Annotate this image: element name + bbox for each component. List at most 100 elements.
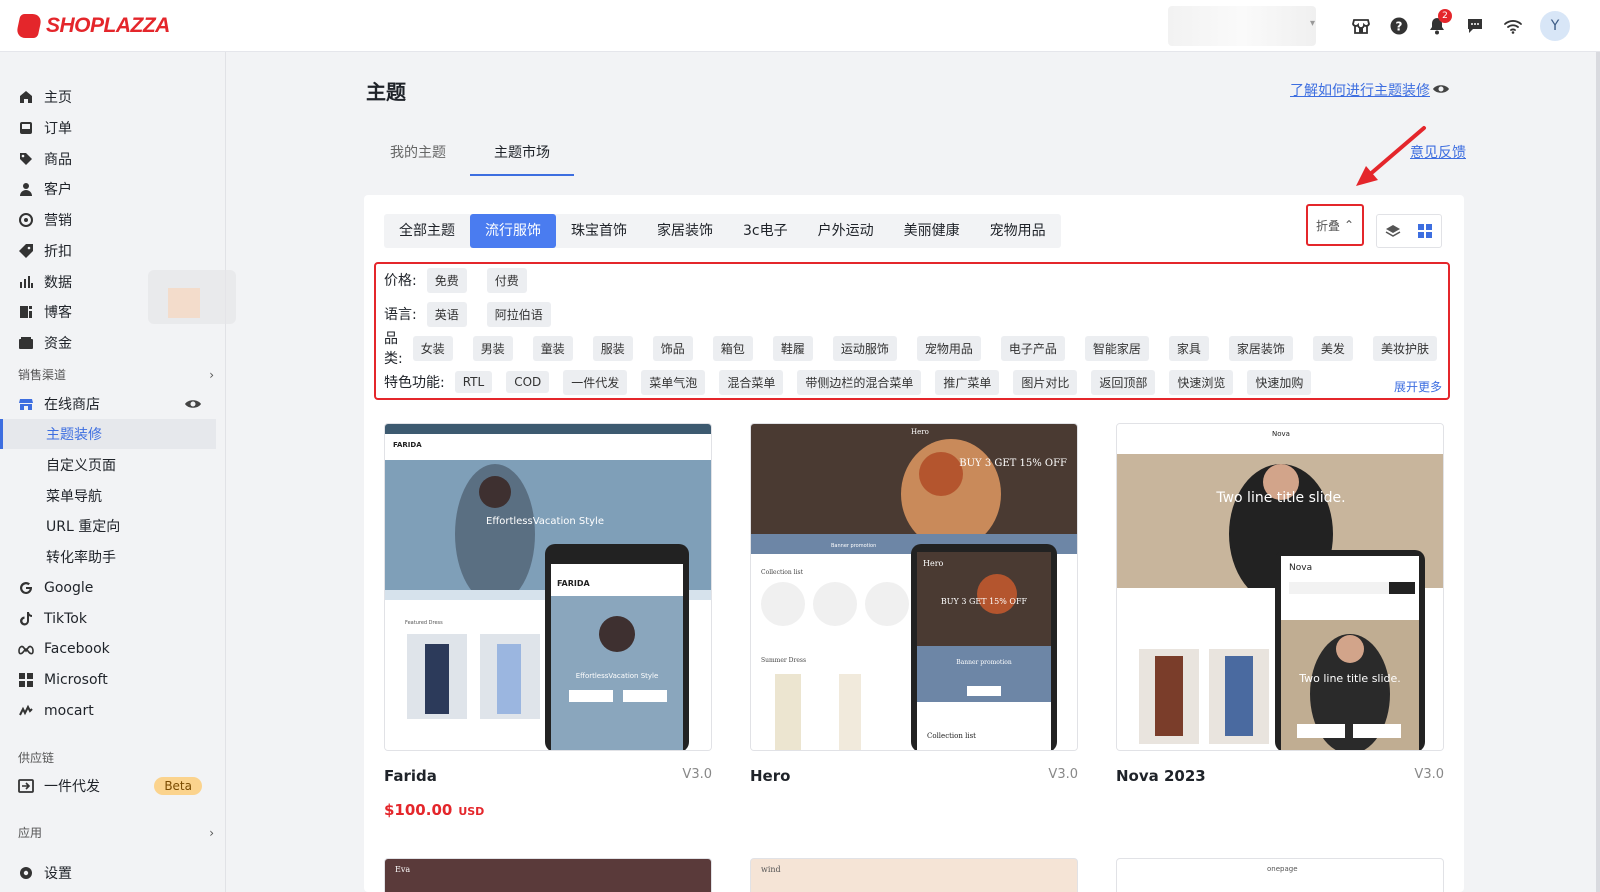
shoplazza-logo[interactable]: SHOPLAZZA [15, 12, 170, 40]
filter-chip[interactable]: 智能家居 [1084, 335, 1149, 361]
grid-view-button[interactable] [1409, 215, 1441, 247]
filter-chip[interactable]: 返回顶部 [1091, 369, 1156, 395]
filter-chip[interactable]: 宠物用品 [916, 335, 981, 361]
category-home-decor[interactable]: 家居装饰 [642, 214, 728, 248]
filter-chip[interactable]: 运动服饰 [832, 335, 897, 361]
sidebar-item-finance[interactable]: 资金 [0, 328, 216, 358]
filter-chip[interactable]: 一件代发 [563, 369, 628, 395]
category-pets[interactable]: 宠物用品 [975, 214, 1061, 248]
theme-version: V3.0 [1048, 767, 1078, 782]
filter-chip[interactable]: 服装 [592, 335, 633, 361]
filter-chip[interactable]: 免费 [426, 267, 467, 293]
layers-view-button[interactable] [1377, 215, 1409, 247]
filter-chip[interactable]: 电子产品 [1000, 335, 1065, 361]
fold-label: 折叠 [1315, 218, 1340, 233]
chevron-down-icon[interactable]: ▾ [1310, 18, 1315, 29]
filter-chip[interactable]: 美发 [1312, 335, 1353, 361]
filter-chip[interactable]: 鞋履 [772, 335, 813, 361]
sidebar-item-google[interactable]: Google [0, 573, 216, 603]
sidebar-sub-custom-pages[interactable]: 自定义页面 [0, 450, 216, 480]
help-icon[interactable]: ? [1386, 13, 1412, 39]
filter-chip[interactable]: 混合菜单 [719, 369, 784, 395]
tab-theme-market[interactable]: 主题市场 [470, 130, 574, 176]
filter-chip[interactable]: 快速浏览 [1169, 369, 1234, 395]
theme-card-nova[interactable]: Nova Two line title slide. Nova Two line… [1116, 423, 1444, 785]
filter-chip[interactable]: 付费 [486, 267, 527, 293]
filter-chip[interactable]: COD [506, 371, 550, 393]
hero-mobile-brand: Hero [923, 559, 944, 568]
filter-chip[interactable]: 图片对比 [1013, 369, 1078, 395]
sidebar-item-settings[interactable]: 设置 [0, 858, 216, 888]
filter-row-price: 价格: 免费 付费 [384, 267, 547, 293]
filter-chip[interactable]: 女装 [412, 335, 453, 361]
theme-preview-wind[interactable]: wind [750, 858, 1078, 892]
filter-chip[interactable]: 美妆护肤 [1372, 335, 1437, 361]
wifi-icon[interactable] [1500, 13, 1526, 39]
sidebar-item-products[interactable]: 商品 [0, 144, 216, 174]
learn-theme-link[interactable]: 了解如何进行主题装修 [1290, 80, 1430, 100]
sidebar-item-online-store[interactable]: 在线商店 [0, 389, 216, 419]
theme-preview-farida[interactable]: FARIDA EffortlessVacation Style Featured… [384, 423, 712, 751]
sidebar-sub-label: 转化率助手 [46, 550, 116, 566]
filter-chip[interactable]: 推广菜单 [935, 369, 1000, 395]
sidebar-item-label: 资金 [44, 336, 72, 352]
category-jewelry[interactable]: 珠宝首饰 [556, 214, 642, 248]
sidebar-item-customers[interactable]: 客户 [0, 174, 216, 204]
account-switcher[interactable] [1168, 6, 1316, 46]
sidebar-item-tiktok[interactable]: TikTok [0, 604, 216, 634]
tab-my-themes[interactable]: 我的主题 [366, 130, 470, 176]
theme-preview-hero[interactable]: Hero BUY 3 GET 15% OFF Banner promotion … [750, 423, 1078, 751]
sidebar-item-analytics[interactable]: 数据 [0, 267, 216, 297]
sidebar-sub-theme[interactable]: 主题装修 [0, 419, 216, 449]
sidebar-sub-menu[interactable]: 菜单导航 [0, 481, 216, 511]
nova-preview-image: Nova Two line title slide. Nova Two line… [1117, 424, 1443, 750]
category-all[interactable]: 全部主题 [384, 214, 470, 248]
filter-chip[interactable]: RTL [454, 371, 493, 393]
eye-icon[interactable] [184, 395, 202, 413]
filter-chip[interactable]: 家居装饰 [1228, 335, 1293, 361]
theme-card-hero[interactable]: Hero BUY 3 GET 15% OFF Banner promotion … [750, 423, 1078, 785]
category-fashion[interactable]: 流行服饰 [470, 214, 556, 248]
theme-preview-nova[interactable]: Nova Two line title slide. Nova Two line… [1116, 423, 1444, 751]
theme-card-farida[interactable]: FARIDA EffortlessVacation Style Featured… [384, 423, 712, 819]
sidebar-item-home[interactable]: 主页 [0, 82, 216, 112]
fold-button[interactable]: 折叠 ⌃ [1306, 204, 1364, 246]
sidebar-sub-url-redirect[interactable]: URL 重定向 [0, 511, 216, 541]
category-outdoor[interactable]: 户外运动 [803, 214, 889, 248]
sidebar-scrollbar[interactable] [1596, 52, 1600, 892]
category-electronics[interactable]: 3c电子 [728, 214, 803, 248]
filter-chip[interactable]: 带侧边栏的混合菜单 [797, 369, 922, 395]
filter-chip[interactable]: 饰品 [652, 335, 693, 361]
store-icon[interactable] [1348, 13, 1374, 39]
filter-chip[interactable]: 快速加购 [1247, 369, 1312, 395]
sidebar-item-discounts[interactable]: 折扣 [0, 236, 216, 266]
beta-badge: Beta [154, 777, 202, 795]
filter-chip[interactable]: 菜单气泡 [641, 369, 706, 395]
filter-chip[interactable]: 童装 [532, 335, 573, 361]
eye-icon[interactable] [1432, 80, 1450, 98]
message-icon[interactable] [1462, 13, 1488, 39]
theme-preview-eva[interactable]: Eva [384, 858, 712, 892]
sidebar-item-facebook[interactable]: Facebook [0, 634, 216, 664]
sidebar-sub-conversion[interactable]: 转化率助手 [0, 542, 216, 572]
sales-channel-section[interactable]: 销售渠道 › [18, 366, 214, 383]
sidebar-item-microsoft[interactable]: Microsoft [0, 665, 216, 695]
sidebar-item-dropship[interactable]: 一件代发 Beta [0, 771, 216, 801]
filter-chip[interactable]: 阿拉伯语 [486, 301, 551, 327]
filter-chip[interactable]: 箱包 [712, 335, 753, 361]
hero-promo: Banner promotion [831, 543, 876, 549]
section-label: 供应链 [18, 751, 55, 765]
sidebar-item-marketing[interactable]: 营销 [0, 205, 216, 235]
category-beauty[interactable]: 美丽健康 [889, 214, 975, 248]
avatar[interactable]: Y [1540, 11, 1570, 41]
sidebar-item-mocart[interactable]: mocart [0, 696, 216, 726]
apps-section[interactable]: 应用 › [18, 824, 214, 841]
filter-chip[interactable]: 英语 [426, 301, 467, 327]
sidebar-item-blog[interactable]: 博客 [0, 297, 216, 327]
filter-chip[interactable]: 家具 [1168, 335, 1209, 361]
filter-chip[interactable]: 男装 [472, 335, 513, 361]
sidebar-item-orders[interactable]: 订单 [0, 113, 216, 143]
bell-icon[interactable]: 2 [1424, 9, 1452, 39]
theme-preview-onepage[interactable]: onepage [1116, 858, 1444, 892]
expand-more-link[interactable]: 展开更多 [1394, 378, 1442, 395]
